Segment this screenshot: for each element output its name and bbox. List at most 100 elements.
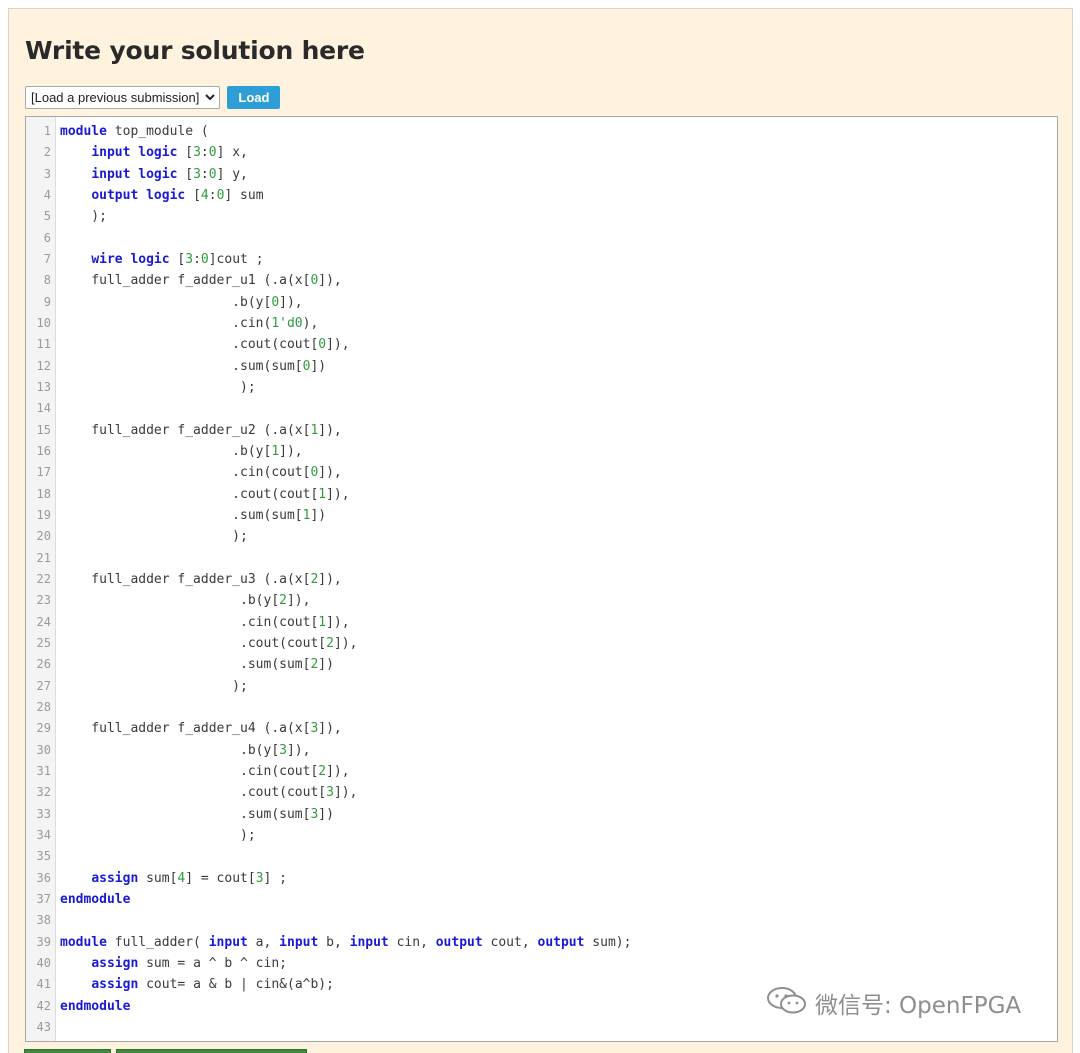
line-number: 18 [36,486,51,501]
code-line: 8 full_adder f_adder_u1 (.a(x[0]), [26,270,1057,291]
code-line: 24 .cin(cout[1]), [26,612,1057,633]
code-line: 9 .b(y[0]), [26,292,1057,313]
code-number: 1'd0 [271,315,303,331]
code-token: full_adder f_adder_u1 (.a(x[ [60,273,311,289]
watermark-text: 微信号: OpenFPGA [815,993,1022,1019]
line-number: 36 [36,870,51,885]
code-text: ); [60,825,256,846]
line-number: 40 [36,955,51,970]
line-number: 33 [36,806,51,821]
code-token: .cin(cout[ [60,763,319,779]
code-text: .sum(sum[3]) [60,804,334,825]
code-token: .sum(sum[ [60,806,311,822]
submission-controls: [Load a previous submission] Load [25,86,281,109]
code-line: 11 .cout(cout[0]), [26,334,1057,355]
line-number: 19 [36,507,51,522]
code-token: : [193,251,201,267]
code-line: 12 .sum(sum[0]) [26,356,1057,377]
code-line: 23 .b(y[2]), [26,590,1057,611]
line-number: 31 [36,763,51,778]
code-line: 3 input logic [3:0] y, [26,164,1057,185]
code-text: module top_module ( [60,121,209,142]
code-keyword: logic [130,251,170,267]
code-token: ), [302,315,319,331]
code-token: .b(y[ [60,742,280,758]
line-number: 1 [43,124,51,138]
code-line: 19 .sum(sum[1]) [26,505,1057,526]
code-text: .cout(cout[2]), [60,633,357,654]
code-keyword: module [60,124,107,139]
code-text: .cin(cout[1]), [60,612,350,633]
code-token: ]) [310,358,327,374]
code-editor[interactable]: 1 module top_module (2 input logic [3:0] … [25,116,1058,1042]
code-token: ]), [318,465,342,481]
line-number: 41 [36,977,51,992]
code-token: [ [177,145,194,161]
code-text: endmodule [60,889,130,910]
code-text: input logic [3:0] y, [60,164,248,185]
code-text: full_adder f_adder_u2 (.a(x[1]), [60,420,341,441]
code-token: a, [247,934,280,950]
line-number: 9 [43,294,51,309]
previous-submission-select[interactable]: [Load a previous submission] [25,86,221,109]
code-number: 0 [200,251,209,267]
code-line: 25 .cout(cout[2]), [26,633,1057,654]
code-keyword: assign [91,955,139,971]
code-keyword: input [349,934,389,950]
code-token: ] = cout[ [185,870,256,886]
code-token: full_adder f_adder_u3 (.a(x[ [60,571,311,587]
code-line: 31 .cin(cout[2]), [26,761,1057,782]
code-token: .sum(sum[ [60,507,303,523]
code-line: 22 full_adder f_adder_u3 (.a(x[2]), [26,569,1057,590]
code-line: 26 .sum(sum[2]) [26,654,1057,675]
code-token: ]), [318,273,342,289]
wechat-icon [765,985,809,1021]
code-number: 1 [318,486,327,502]
code-line: 38 [26,910,1057,931]
line-number: 15 [36,422,51,437]
code-text: full_adder f_adder_u1 (.a(x[0]), [60,270,342,291]
code-line: 28 [26,697,1057,718]
line-number: 42 [36,998,51,1013]
line-number: 6 [43,230,51,245]
code-number: 3 [193,145,201,161]
submit-button[interactable] [24,1049,111,1053]
code-number: 4 [200,187,209,203]
submit-new-window-button[interactable] [116,1049,307,1053]
line-number: 27 [36,678,51,693]
code-token: cout= a & b | cin&(a^b); [138,977,334,993]
code-number: 0 [208,166,217,182]
line-number: 35 [36,849,51,864]
code-text: .cin(cout[2]), [60,761,350,782]
code-line: 4 output logic [4:0] sum [26,185,1057,206]
line-number: 24 [36,614,51,629]
code-token: full_adder f_adder_u2 (.a(x[ [60,422,311,438]
line-number: 21 [36,550,51,565]
code-text: .b(y[1]), [60,441,302,462]
code-text: ); [60,377,256,398]
code-text: assign sum[4] = cout[3] ; [60,868,287,889]
load-button[interactable]: Load [227,86,281,109]
code-token: ]), [286,742,311,758]
line-number: 38 [36,913,51,928]
line-number: 43 [36,1019,51,1034]
code-token: .cin( [60,315,272,331]
code-keyword: endmodule [60,998,131,1014]
code-number: 3 [326,785,334,801]
code-line: 16 .b(y[1]), [26,441,1057,462]
code-line: 7 wire logic [3:0]cout ; [26,249,1057,270]
code-token: ]), [318,721,342,737]
code-token: b, [318,934,350,950]
code-text: .cin(cout[0]), [60,462,342,483]
code-text: .cout(cout[3]), [60,782,357,803]
line-number: 4 [43,187,51,202]
line-number: 10 [36,315,51,330]
line-number: 11 [36,337,51,352]
code-number: 3 [255,870,264,886]
code-line: 33 .sum(sum[3]) [26,804,1057,825]
code-token: ]), [326,763,350,779]
line-number: 20 [36,529,51,544]
solution-panel: Write your solution here [Load a previou… [8,8,1073,1053]
